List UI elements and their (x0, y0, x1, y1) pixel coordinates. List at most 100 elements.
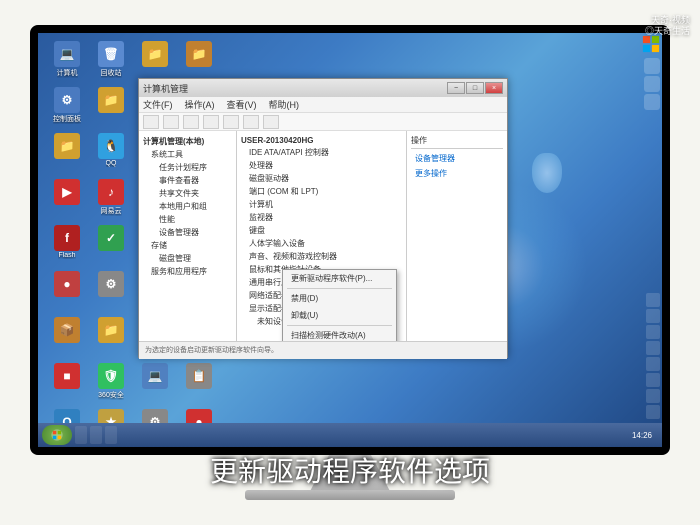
tray-icon[interactable] (646, 293, 660, 307)
desktop-icon[interactable]: ⚙控制面板 (46, 87, 88, 131)
menu-item[interactable]: 操作(A) (185, 98, 215, 111)
device-tree-item[interactable]: 键盘 (241, 224, 402, 237)
sidebar-icon[interactable] (644, 94, 660, 110)
app-icon: ■ (54, 363, 80, 389)
desktop-icon[interactable]: 📦 (46, 317, 88, 361)
icon-label: 回收站 (101, 68, 122, 78)
device-tree-item[interactable]: 声音、视频和游戏控制器 (241, 250, 402, 263)
desktop-icon[interactable]: ● (46, 271, 88, 315)
menu-bar: 文件(F) 操作(A) 查看(V) 帮助(H) (139, 97, 507, 113)
monitor-base (245, 490, 455, 500)
device-tree-item[interactable]: IDE ATA/ATAPI 控制器 (241, 146, 402, 159)
toolbar-button[interactable] (263, 115, 279, 129)
app-icon: f (54, 225, 80, 251)
desktop-icon[interactable]: 📁 (90, 87, 132, 131)
toolbar-button[interactable] (223, 115, 239, 129)
device-tree-item[interactable]: 计算机 (241, 198, 402, 211)
device-tree-item[interactable]: 监视器 (241, 211, 402, 224)
desktop-icon[interactable]: ♪网易云 (90, 179, 132, 223)
toolbar-button[interactable] (203, 115, 219, 129)
tree-item[interactable]: 性能 (143, 213, 232, 226)
app-icon: 🛡 (98, 363, 124, 389)
close-button[interactable]: × (485, 82, 503, 94)
video-watermark: 天奇·视频 ◎天奇生活 (645, 15, 690, 37)
tray-icon[interactable] (646, 405, 660, 419)
tray-icon[interactable] (646, 341, 660, 355)
tray-icon[interactable] (646, 357, 660, 371)
menu-item[interactable]: 查看(V) (227, 98, 257, 111)
tray-icon[interactable] (646, 325, 660, 339)
icon-label: 控制面板 (53, 114, 81, 124)
desktop-icon[interactable]: ✓ (90, 225, 132, 269)
tree-item[interactable]: 本地用户和组 (143, 200, 232, 213)
more-actions-link[interactable]: 更多操作 (411, 166, 503, 181)
tree-item[interactable]: 共享文件夹 (143, 187, 232, 200)
app-icon: ▶ (54, 179, 80, 205)
left-tree-panel: 计算机管理(本地)系统工具任务计划程序事件查看器共享文件夹本地用户和组性能设备管… (139, 131, 237, 341)
tree-item[interactable]: 磁盘管理 (143, 252, 232, 265)
taskbar-item[interactable] (105, 426, 117, 444)
desktop-icon[interactable]: 📁 (46, 133, 88, 177)
tree-item[interactable]: 系统工具 (143, 148, 232, 161)
desktop-icon[interactable]: 📋 (178, 363, 220, 407)
tray-icon[interactable] (646, 373, 660, 387)
desktop-icon[interactable]: 💻 (134, 363, 176, 407)
menu-item[interactable]: 文件(F) (143, 98, 173, 111)
toolbar-button[interactable] (183, 115, 199, 129)
device-tree-item[interactable]: 人体学输入设备 (241, 237, 402, 250)
context-menu-item[interactable]: 扫描检测硬件改动(A) (283, 327, 396, 341)
context-menu: 更新驱动程序软件(P)...禁用(D)卸载(U)扫描检测硬件改动(A)属性(R) (282, 269, 397, 341)
context-menu-item[interactable]: 禁用(D) (283, 290, 396, 307)
tree-item[interactable]: 存储 (143, 239, 232, 252)
start-button[interactable] (42, 425, 72, 445)
context-menu-item[interactable]: 卸载(U) (283, 307, 396, 324)
desktop-icon[interactable]: 🛡360安全 (90, 363, 132, 407)
minimize-button[interactable]: − (447, 82, 465, 94)
desktop-icon[interactable]: ⚙ (90, 271, 132, 315)
maximize-button[interactable]: □ (466, 82, 484, 94)
toolbar-button[interactable] (243, 115, 259, 129)
tree-item[interactable]: 服务和应用程序 (143, 265, 232, 278)
status-bar: 为选定的设备启动更新驱动程序软件向导。 (139, 341, 507, 359)
taskbar-item[interactable] (90, 426, 102, 444)
toolbar-forward-button[interactable] (163, 115, 179, 129)
desktop-icon[interactable]: 💻计算机 (46, 41, 88, 85)
desktop-icon[interactable]: 🐧QQ (90, 133, 132, 177)
tree-item[interactable]: 事件查看器 (143, 174, 232, 187)
taskbar-item[interactable] (75, 426, 87, 444)
window-body: 计算机管理(本地)系统工具任务计划程序事件查看器共享文件夹本地用户和组性能设备管… (139, 131, 507, 341)
taskbar-clock[interactable]: 14:26 (626, 431, 658, 440)
tray-icon[interactable] (646, 309, 660, 323)
app-icon: 🗑 (98, 41, 124, 67)
device-tree-item[interactable]: USER-20130420HG (241, 135, 402, 146)
desktop-icon[interactable]: 📁 (90, 317, 132, 361)
sidebar-icon[interactable] (644, 76, 660, 92)
tray-icon[interactable] (646, 389, 660, 403)
sidebar-icon[interactable] (644, 58, 660, 74)
window-titlebar[interactable]: 计算机管理 − □ × (139, 79, 507, 97)
wallpaper-drop (532, 153, 562, 193)
toolbar (139, 113, 507, 131)
tree-item[interactable]: 任务计划程序 (143, 161, 232, 174)
toolbar-back-button[interactable] (143, 115, 159, 129)
device-tree-item[interactable]: 端口 (COM 和 LPT) (241, 185, 402, 198)
windows-logo-icon (642, 35, 660, 53)
app-icon: 💻 (142, 363, 168, 389)
taskbar[interactable]: 14:26 (38, 423, 662, 447)
tree-item[interactable]: 计算机管理(本地) (143, 135, 232, 148)
desktop-screen: 💻计算机🗑回收站📁📁⚙控制面板📁🌐📁📁🐧QQ📁⚙▶♪网易云💬微信📁fFlash✓… (38, 33, 662, 447)
device-tree-item[interactable]: 磁盘驱动器 (241, 172, 402, 185)
desktop-icon[interactable]: fFlash (46, 225, 88, 269)
sidebar-bottom (646, 293, 660, 419)
desktop-icon[interactable]: ■ (46, 363, 88, 407)
app-icon: 💻 (54, 41, 80, 67)
desktop-icon[interactable]: 🗑回收站 (90, 41, 132, 85)
tree-item[interactable]: 设备管理器 (143, 226, 232, 239)
context-menu-item[interactable]: 更新驱动程序软件(P)... (283, 270, 396, 287)
menu-item[interactable]: 帮助(H) (269, 98, 300, 111)
device-tree-panel: USER-20130420HGIDE ATA/ATAPI 控制器处理器磁盘驱动器… (237, 131, 407, 341)
device-tree-item[interactable]: 处理器 (241, 159, 402, 172)
menu-separator (287, 288, 392, 289)
desktop-icon[interactable]: ▶ (46, 179, 88, 223)
app-icon: ⚙ (54, 87, 80, 113)
